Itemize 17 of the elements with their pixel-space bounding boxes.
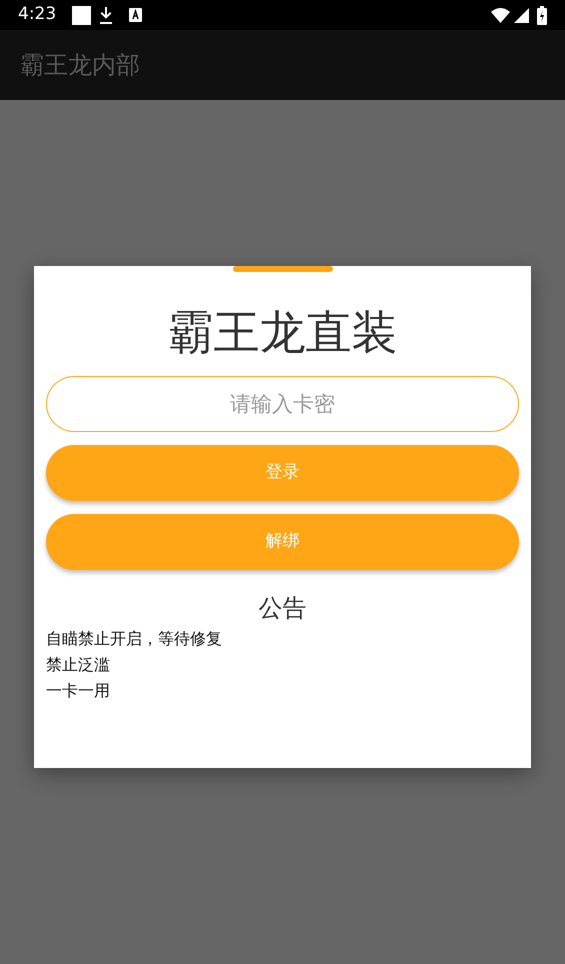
action-button[interactable]: 登录 — [46, 445, 519, 501]
card-key-field[interactable]: 请输入卡密 — [46, 376, 519, 432]
battery-icon — [537, 6, 547, 24]
notification-icon — [72, 6, 92, 24]
action-button[interactable]: 解绑 — [46, 514, 519, 570]
wifi-icon — [491, 8, 510, 22]
notice-heading: 公告 — [258, 593, 308, 624]
dialog-title: 霸王龙直装 — [166, 304, 398, 361]
status-time: 4:23 — [18, 3, 56, 26]
notice-line: 自瞄禁止开启，等待修复 — [46, 628, 223, 650]
download-icon — [99, 6, 114, 24]
app-notification-icon — [129, 8, 142, 22]
notice-line: 禁止泛滥 — [46, 654, 111, 676]
signal-icon — [514, 8, 529, 22]
notice-line: 一卡一用 — [46, 680, 111, 702]
drag-handle[interactable] — [232, 266, 332, 272]
app-title: 霸王龙内部 — [20, 50, 140, 81]
